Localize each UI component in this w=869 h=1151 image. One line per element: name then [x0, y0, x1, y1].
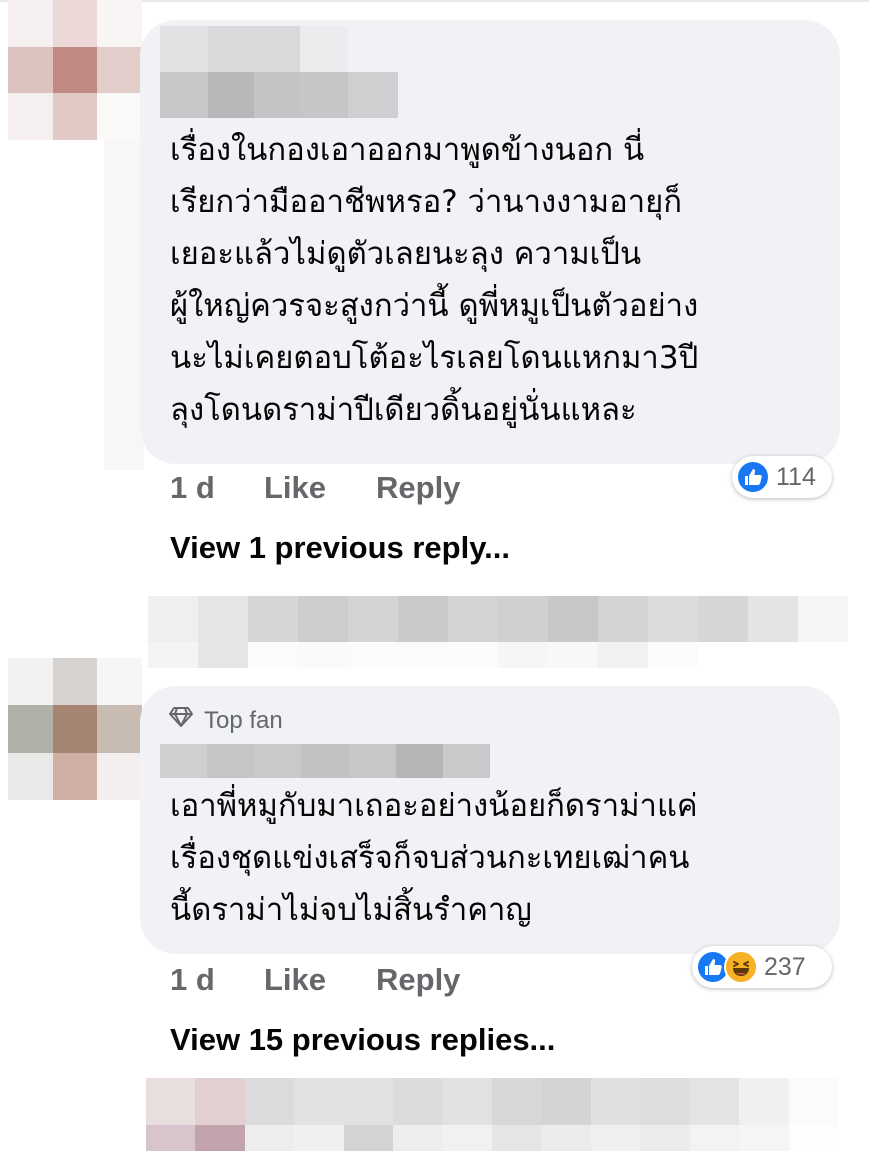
comment-line: เอาพี่หมูกับมาเถอะอย่างน้อยก็ดราม่าแค่	[170, 788, 698, 824]
view-previous-replies-link[interactable]: View 15 previous replies...	[170, 1022, 555, 1058]
commenter-name-blurred[interactable]	[160, 26, 398, 118]
blurred-reply-preview	[146, 1078, 838, 1151]
comment-line: นี้ดราม่าไม่จบไม่สิ้นรำคาญ	[170, 892, 532, 928]
timestamp[interactable]: 1 d	[170, 470, 215, 506]
comment-line: เรื่องชุดแข่งเสร็จก็จบส่วนกะเทยเฒ่าคน	[170, 840, 690, 876]
comment-line: ผู้ใหญ่ควรจะสูงกว่านี้ ดูพี่หมูเป็นตัวอย…	[170, 288, 699, 324]
comment-text: เอาพี่หมูกับมาเถอะอย่างน้อยก็ดราม่าแค่ เ…	[170, 780, 698, 936]
view-previous-replies-link[interactable]: View 1 previous reply...	[170, 530, 510, 566]
comment-line: เรียกว่ามืออาชีพหรอ? ว่านางงามอายุก็	[170, 184, 683, 220]
comment-actions: 1 d Like Reply	[0, 962, 869, 1002]
comment-line: เยอะแล้วไม่ดูตัวเลยนะลุง ความเป็น	[170, 236, 642, 272]
diamond-icon	[168, 706, 194, 735]
reply-button[interactable]: Reply	[376, 962, 460, 998]
timestamp[interactable]: 1 d	[170, 962, 215, 998]
avatar[interactable]	[8, 0, 142, 140]
like-button[interactable]: Like	[264, 962, 326, 998]
comment-actions: 1 d Like Reply	[0, 470, 869, 510]
avatar-shadow	[104, 140, 144, 470]
top-fan-badge: Top fan	[168, 706, 283, 735]
commenter-name-blurred[interactable]	[160, 744, 490, 778]
blurred-reply-preview	[148, 596, 848, 668]
reply-button[interactable]: Reply	[376, 470, 460, 506]
avatar[interactable]	[8, 658, 142, 800]
comment-text: เรื่องในกองเอาออกมาพูดข้างนอก นี่ เรียกว…	[170, 124, 698, 436]
comment-line: ลุงโดนดราม่าปีเดียวดิ้นอยู่นั่นแหละ	[170, 392, 637, 428]
comment-line: เรื่องในกองเอาออกมาพูดข้างนอก นี่	[170, 132, 645, 168]
like-button[interactable]: Like	[264, 470, 326, 506]
top-fan-label: Top fan	[204, 706, 283, 734]
comment-line: นะไม่เคยตอบโต้อะไรเลยโดนแหกมา3ปี	[170, 340, 699, 376]
